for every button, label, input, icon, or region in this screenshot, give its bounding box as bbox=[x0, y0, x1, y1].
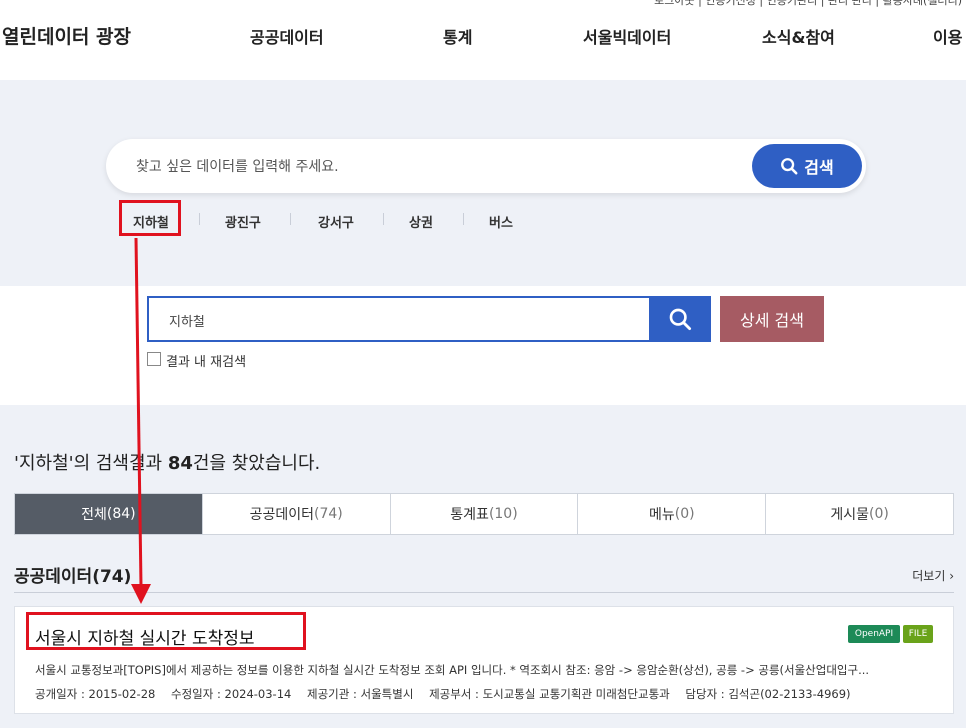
tab-stat-tables[interactable]: 통계표 (10) bbox=[391, 494, 579, 534]
tab-label: 전체 bbox=[81, 507, 107, 523]
hero-search-box: 검색 bbox=[106, 139, 866, 193]
tab-label: 메뉴 bbox=[648, 507, 675, 523]
tab-count: (0) bbox=[674, 506, 695, 522]
summary-count: 84 bbox=[167, 453, 193, 474]
utility-links[interactable]: 로그아웃 | 인증키신청 | 인증키관리 | 관리 관리 | 활용사례(갤러리) bbox=[654, 0, 962, 8]
result-search-button[interactable] bbox=[649, 296, 711, 342]
title-highlight-box bbox=[26, 612, 306, 650]
research-label: 결과 내 재검색 bbox=[166, 355, 247, 370]
nav-statistics[interactable]: 통계 bbox=[443, 24, 472, 48]
tab-count: (0) bbox=[868, 506, 889, 522]
keyword-gangseo[interactable]: 강서구 bbox=[318, 212, 354, 231]
keyword-divider bbox=[463, 213, 464, 225]
section-title: 공공데이터(74) bbox=[14, 567, 132, 587]
tab-label: 공공데이터 bbox=[249, 507, 315, 523]
hero-search-input[interactable] bbox=[134, 154, 698, 180]
search-icon bbox=[669, 308, 692, 331]
nav-news-participation[interactable]: 소식&참여 bbox=[762, 24, 835, 48]
research-checkbox[interactable] bbox=[147, 352, 161, 366]
keyword-divider bbox=[290, 213, 291, 225]
keyword-bus[interactable]: 버스 bbox=[489, 212, 513, 231]
keyword-highlight-box bbox=[119, 200, 181, 236]
search-icon bbox=[781, 158, 798, 175]
tab-label: 게시물 bbox=[830, 507, 869, 523]
tab-posts[interactable]: 게시물 (0) bbox=[766, 494, 953, 534]
tab-all[interactable]: 전체 (84) bbox=[15, 494, 203, 534]
meta-update-date: 수정일자 : 2024-03-14 bbox=[171, 687, 292, 701]
keyword-divider bbox=[199, 213, 200, 225]
file-badge: FILE bbox=[903, 625, 933, 643]
meta-open-date: 공개일자 : 2015-02-28 bbox=[35, 687, 156, 701]
nav-usage[interactable]: 이용 bbox=[933, 24, 962, 48]
meta-provider: 제공기관 : 서울특별시 bbox=[307, 687, 414, 701]
nav-seoul-bigdata[interactable]: 서울빅데이터 bbox=[583, 24, 671, 48]
keyword-gwangjin[interactable]: 광진구 bbox=[225, 212, 261, 231]
tab-menu[interactable]: 메뉴 (0) bbox=[578, 494, 767, 534]
result-summary: '지하철'의 검색결과 84건을 찾았습니다. bbox=[14, 449, 320, 475]
tab-count: (84) bbox=[106, 506, 136, 522]
summary-suffix: 건을 찾았습니다. bbox=[192, 453, 321, 474]
openapi-badge: OpenAPI bbox=[848, 625, 900, 643]
result-card-meta: 공개일자 : 2015-02-28 수정일자 : 2024-03-14 제공기관… bbox=[35, 686, 863, 702]
nav-public-data[interactable]: 공공데이터 bbox=[250, 24, 324, 48]
summary-prefix: '지하철'의 검색결과 bbox=[14, 453, 168, 474]
tab-count: (74) bbox=[314, 506, 343, 522]
hero-search-button-label: 검색 bbox=[804, 158, 834, 177]
result-search-input[interactable] bbox=[167, 309, 641, 331]
meta-department: 제공부서 : 도시교통실 교통기획관 미래첨단교통과 bbox=[429, 687, 670, 701]
keyword-divider bbox=[383, 213, 384, 225]
hero-search-button[interactable]: 검색 bbox=[752, 144, 862, 188]
result-search-box bbox=[147, 296, 711, 342]
section-divider bbox=[14, 592, 954, 593]
tab-label: 통계표 bbox=[450, 507, 489, 523]
result-card-description: 서울시 교통정보과[TOPIS]에서 제공하는 정보를 이용한 지하철 실시간 … bbox=[35, 663, 870, 677]
result-tabs: 전체 (84) 공공데이터 (74) 통계표 (10) 메뉴 (0) 게시물 (0) bbox=[14, 493, 954, 535]
site-logo[interactable]: 열린데이터 광장 bbox=[2, 22, 131, 49]
more-link[interactable]: 더보기 › bbox=[912, 567, 954, 584]
detail-search-button[interactable]: 상세 검색 bbox=[720, 296, 824, 342]
keyword-commercial[interactable]: 상권 bbox=[409, 212, 433, 231]
meta-contact: 담당자 : 김석곤(02-2133-4969) bbox=[685, 687, 851, 701]
tab-count: (10) bbox=[488, 506, 518, 522]
tab-public-data[interactable]: 공공데이터 (74) bbox=[203, 494, 391, 534]
